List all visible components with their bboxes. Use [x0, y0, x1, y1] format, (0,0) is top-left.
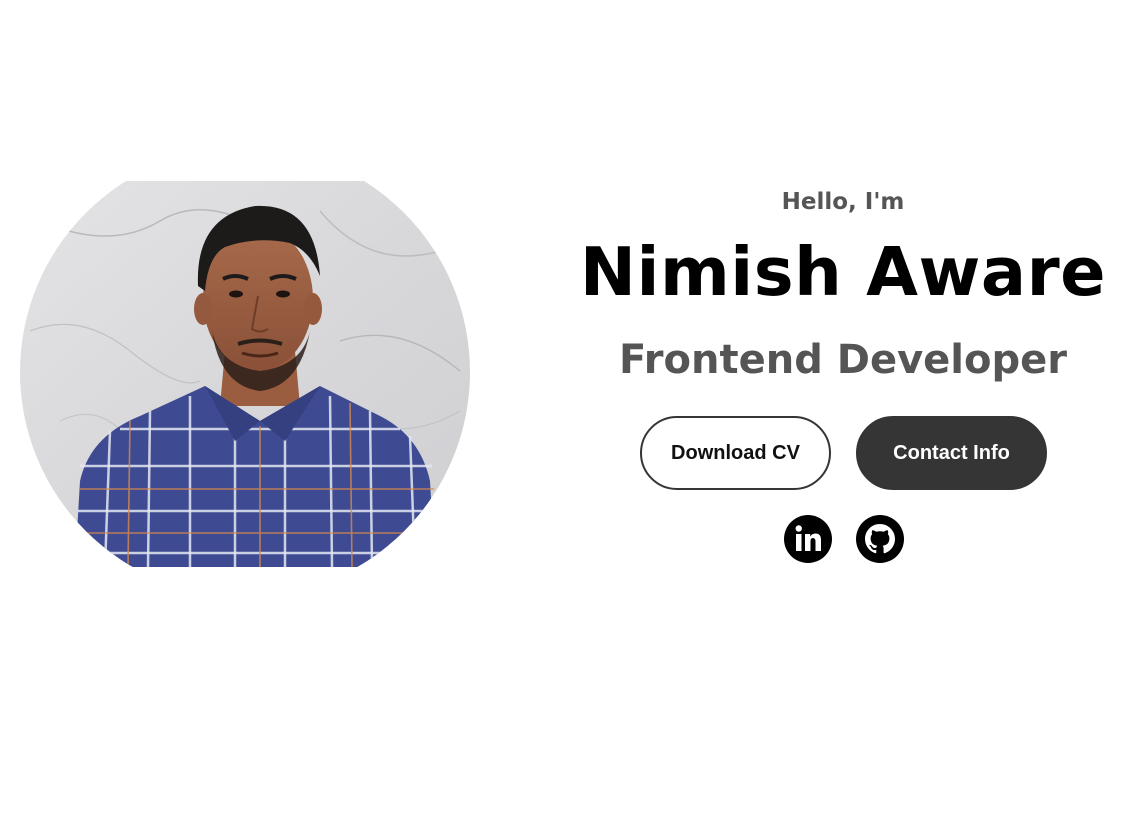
social-links	[784, 515, 904, 565]
contact-info-button[interactable]: Contact Info	[856, 416, 1047, 490]
linkedin-icon[interactable]	[784, 515, 832, 563]
greeting-text: Hello, I'm	[781, 189, 905, 215]
profile-section: Hello, I'm Nimish Aware Frontend Develop…	[0, 0, 1126, 838]
profile-picture	[20, 181, 470, 567]
person-name: Nimish Aware	[579, 233, 1107, 311]
job-title: Frontend Developer	[619, 337, 1067, 383]
github-icon[interactable]	[856, 515, 904, 563]
download-cv-button[interactable]: Download CV	[640, 416, 831, 490]
